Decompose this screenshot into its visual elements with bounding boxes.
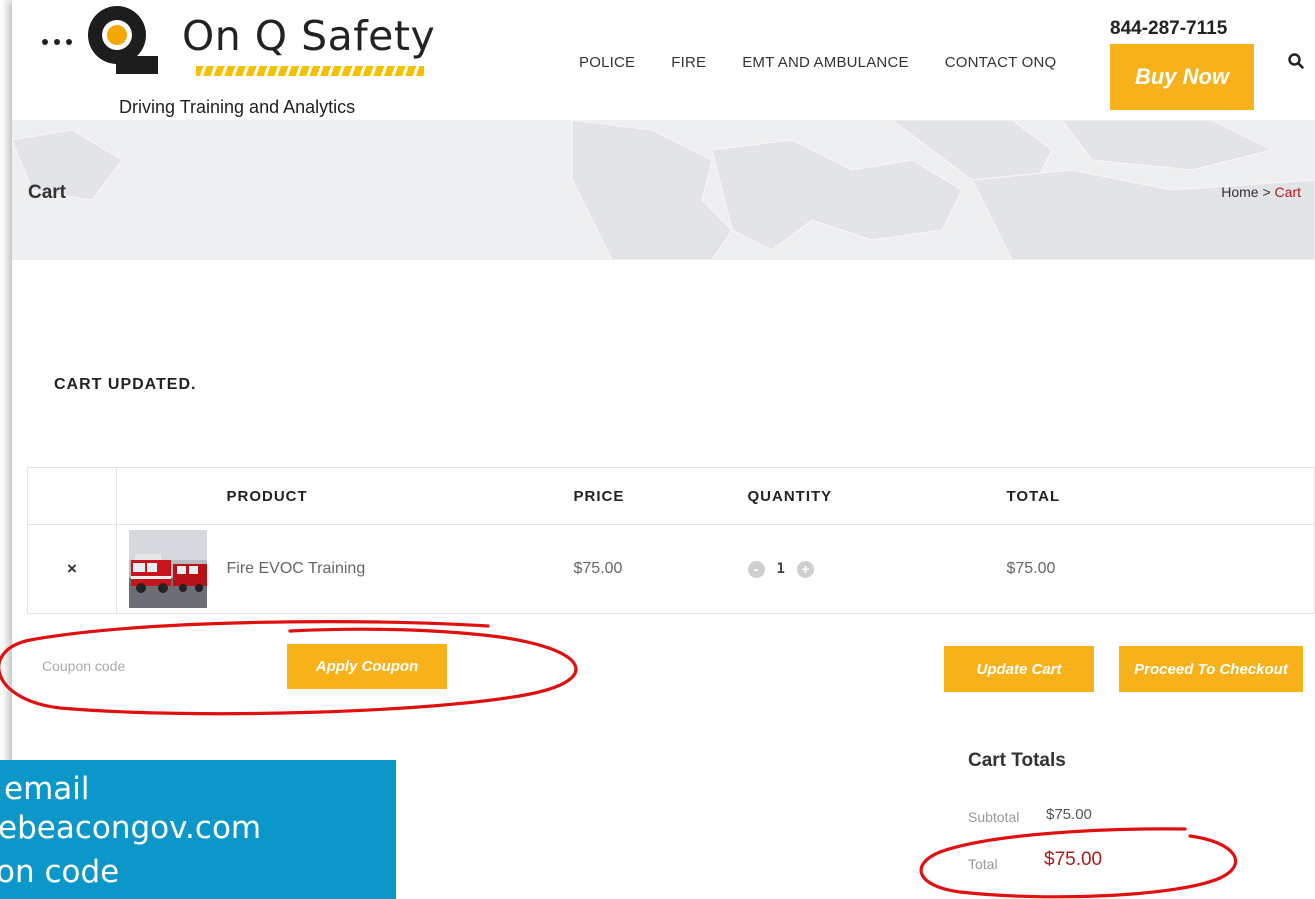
update-cart-button[interactable]: Update Cart bbox=[944, 646, 1094, 692]
screenshot-frame: On Q Safety Driving Training and Analyti… bbox=[0, 0, 1315, 899]
header-total: TOTAL bbox=[1006, 467, 1315, 525]
world-map-background bbox=[12, 120, 1315, 260]
coupon-code-input[interactable] bbox=[30, 645, 270, 687]
logo-q-icon bbox=[88, 6, 146, 64]
nav-item-emt-ambulance[interactable]: EMT AND AMBULANCE bbox=[742, 54, 909, 71]
buy-now-button[interactable]: Buy Now bbox=[1110, 44, 1254, 110]
quantity-plus-button[interactable]: + bbox=[796, 560, 814, 578]
header-remove bbox=[27, 467, 117, 525]
logo-name: On Q Safety bbox=[182, 12, 436, 60]
thumbnail-cell bbox=[116, 524, 217, 614]
header-price: PRICE bbox=[573, 467, 748, 525]
header-quantity: QUANTITY bbox=[747, 467, 1007, 525]
cart-table: PRODUCT PRICE QUANTITY TOTAL × Fire EVOC… bbox=[27, 467, 1315, 614]
site-header: On Q Safety Driving Training and Analyti… bbox=[12, 0, 1315, 120]
logo-stripe-icon bbox=[196, 66, 424, 76]
logo-dot-icon bbox=[42, 39, 48, 45]
quantity-minus-button[interactable]: - bbox=[747, 560, 765, 578]
product-name[interactable]: Fire EVOC Training bbox=[216, 524, 574, 614]
header-product: PRODUCT bbox=[216, 467, 574, 525]
breadcrumb-home[interactable]: Home bbox=[1221, 184, 1258, 200]
cart-updated-notice: CART UPDATED. bbox=[54, 376, 197, 393]
header-thumbnail bbox=[116, 467, 217, 525]
product-price: $75.00 bbox=[573, 524, 748, 614]
table-header-row: PRODUCT PRICE QUANTITY TOTAL bbox=[27, 467, 1315, 525]
apply-coupon-button[interactable]: Apply Coupon bbox=[287, 644, 447, 689]
logo-tagline: Driving Training and Analytics bbox=[119, 97, 356, 117]
breadcrumb: Home > Cart bbox=[1221, 184, 1301, 200]
breadcrumb-current: Cart bbox=[1274, 184, 1301, 200]
product-thumbnail[interactable] bbox=[129, 530, 207, 608]
remove-cell: × bbox=[27, 524, 117, 614]
callout-line: ebeacongov.com bbox=[0, 810, 262, 846]
quantity-value[interactable]: 1 bbox=[777, 561, 785, 577]
instruction-callout: email ebeacongov.com on code bbox=[0, 760, 396, 899]
nav-item-contact[interactable]: CONTACT ONQ bbox=[945, 54, 1057, 71]
main-nav: POLICE FIRE EMT AND AMBULANCE CONTACT ON… bbox=[579, 54, 1092, 71]
nav-item-fire[interactable]: FIRE bbox=[671, 54, 706, 71]
proceed-to-checkout-button[interactable]: Proceed To Checkout bbox=[1119, 646, 1303, 692]
table-row: × Fire EVOC Training $75.00 - 1 + $75.00 bbox=[27, 524, 1315, 614]
quantity-stepper: - 1 + bbox=[747, 560, 1007, 578]
logo-dot-icon bbox=[54, 39, 60, 45]
nav-item-police[interactable]: POLICE bbox=[579, 54, 635, 71]
search-icon[interactable] bbox=[1287, 52, 1305, 70]
phone-number[interactable]: 844-287-7115 bbox=[1110, 18, 1227, 40]
quantity-cell: - 1 + bbox=[747, 524, 1007, 614]
line-total: $75.00 bbox=[1006, 524, 1315, 614]
total-label: Total bbox=[968, 856, 998, 872]
subtotal-value: $75.00 bbox=[1046, 806, 1092, 823]
logo-dot-icon bbox=[66, 39, 72, 45]
page-title: Cart bbox=[28, 182, 67, 203]
remove-item-icon[interactable]: × bbox=[67, 559, 77, 578]
callout-line: email bbox=[4, 771, 90, 807]
page-title-banner: Cart Home > Cart bbox=[12, 120, 1315, 260]
site-logo[interactable]: On Q Safety Driving Training and Analyti… bbox=[24, 4, 464, 122]
cart-totals-title: Cart Totals bbox=[968, 750, 1066, 771]
total-value: $75.00 bbox=[1044, 849, 1103, 870]
subtotal-label: Subtotal bbox=[968, 809, 1020, 825]
callout-line: on code bbox=[0, 854, 120, 890]
breadcrumb-separator: > bbox=[1258, 184, 1275, 200]
logo-q-yellow-dot bbox=[107, 25, 127, 45]
